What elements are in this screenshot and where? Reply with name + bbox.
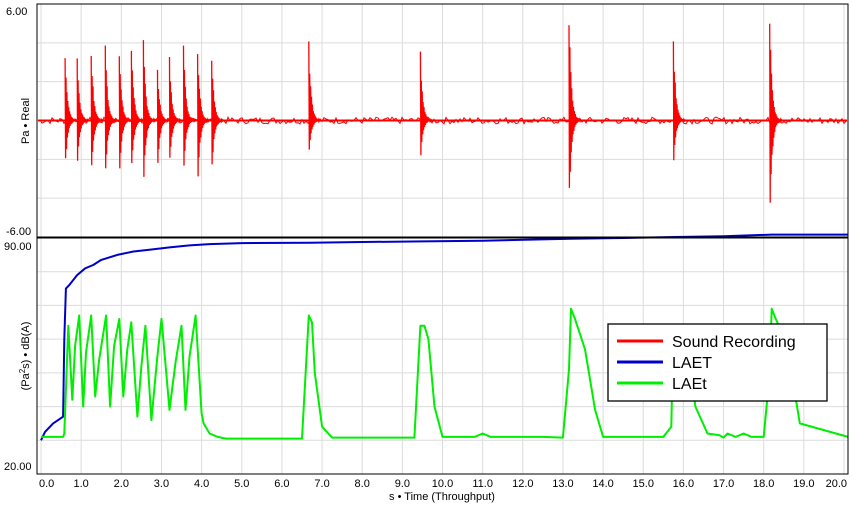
legend-label: LAET — [672, 355, 712, 372]
x-tick-label: 1.0 — [74, 478, 89, 490]
x-tick-label: 10.0 — [432, 478, 453, 490]
x-tick-label: 12.0 — [512, 478, 533, 490]
x-tick-label: 20.0 — [826, 478, 847, 490]
top-y-axis-label: Pa • Real — [20, 98, 32, 144]
x-tick-label: 7.0 — [314, 478, 329, 490]
x-tick-label: 9.0 — [395, 478, 410, 490]
x-tick-label: 13.0 — [552, 478, 573, 490]
legend-label: Sound Recording — [672, 334, 796, 351]
x-tick-label: 6.0 — [274, 478, 289, 490]
x-tick-label: 8.0 — [355, 478, 370, 490]
top-y-tick-label: -6.00 — [6, 226, 31, 238]
x-tick-label: 14.0 — [592, 478, 613, 490]
x-tick-label: 2.0 — [114, 478, 129, 490]
top-y-tick-label: 6.00 — [6, 6, 27, 18]
x-tick-label: 18.0 — [753, 478, 774, 490]
chart-svg: 6.00 -6.00 90.00 20.00 0.0 1.0 2.0 3.0 4.0 5.0 6.0… — [0, 0, 852, 504]
x-tick-label: 15.0 — [633, 478, 654, 490]
legend-label: LAEt — [672, 376, 707, 393]
x-tick-label: 19.0 — [793, 478, 814, 490]
x-tick-label: 3.0 — [154, 478, 169, 490]
x-tick-label: 16.0 — [673, 478, 694, 490]
x-tick-label: 11.0 — [472, 478, 493, 490]
x-tick-label: 5.0 — [234, 478, 249, 490]
x-axis-label: s • Time (Throughput) — [389, 491, 495, 503]
x-tick-label: 0.0 — [39, 478, 54, 490]
x-tick-label: 4.0 — [194, 478, 209, 490]
bottom-y-tick-label: 20.00 — [4, 461, 32, 473]
bottom-y-tick-label: 90.00 — [4, 241, 32, 253]
x-tick-label: 17.0 — [713, 478, 734, 490]
legend: Sound Recording LAET LAEt — [607, 323, 828, 402]
bottom-y-axis-label: (Pa2s) • dB(A) — [18, 322, 32, 391]
chart-container: 6.00 -6.00 90.00 20.00 0.0 1.0 2.0 3.0 4.0 5.0 6.0… — [0, 0, 852, 504]
